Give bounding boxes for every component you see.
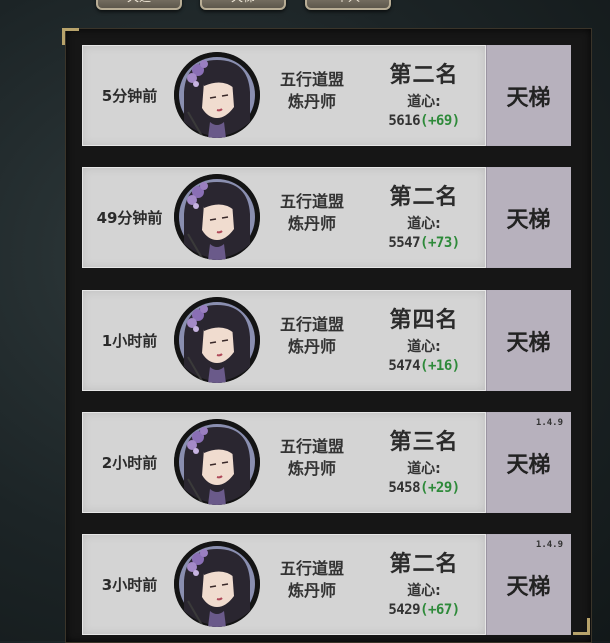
dao-heart-label: 道心: [407, 94, 441, 110]
avatar[interactable] [174, 174, 260, 260]
player-sect: 五行道盟 [279, 559, 344, 578]
dao-heart-label: 道心: [407, 583, 441, 599]
dao-heart-score: 5547(+73) [379, 235, 469, 251]
player-sect: 五行道盟 [279, 315, 344, 334]
match-record[interactable]: 1小时前 五行道盟炼丹师 第四名 道心: 5474(+16) 天梯 [82, 290, 571, 391]
match-record[interactable]: 5分钟前 五行道盟炼丹师 第二名 道心: 5616(+69) 天梯 [82, 45, 571, 146]
record-info[interactable]: 5分钟前 五行道盟炼丹师 第二名 道心: 5616(+69) [82, 45, 486, 146]
record-time: 5分钟前 [101, 87, 158, 105]
record-info[interactable]: 2小时前 五行道盟炼丹师 第三名 道心: 5458(+29) [82, 412, 486, 513]
score-value: 5458 [388, 480, 421, 496]
tab-top-3[interactable]: 个人 [305, 0, 391, 10]
score-value: 5547 [388, 235, 421, 251]
player-class: 炼丹师 [287, 581, 336, 600]
score-value: 5474 [388, 358, 421, 374]
mode-badge: 天梯 [486, 290, 571, 391]
mode-badge: 1.4.9 天梯 [486, 412, 571, 513]
portrait-icon [174, 419, 260, 505]
mode-label: 天梯 [506, 85, 551, 111]
portrait-icon [174, 174, 260, 260]
player-sect: 五行道盟 [279, 192, 344, 211]
match-record[interactable]: 2小时前 五行道盟炼丹师 第三名 道心: 5458(+29) 1.4.9 天梯 [82, 412, 571, 513]
tab-top-3-label: 个人 [336, 0, 360, 4]
portrait-icon [174, 52, 260, 138]
record-time: 3小时前 [101, 576, 158, 594]
portrait-icon [174, 541, 260, 627]
dao-heart-score: 5474(+16) [379, 358, 469, 374]
score-delta: (+29) [420, 480, 460, 496]
mode-badge: 1.4.9 天梯 [486, 534, 571, 635]
tab-top-1[interactable]: 天选 [96, 0, 182, 10]
mode-badge: 天梯 [486, 167, 571, 268]
record-info[interactable]: 3小时前 五行道盟炼丹师 第二名 道心: 5429(+67) [82, 534, 486, 635]
dao-heart-score: 5429(+67) [379, 602, 469, 618]
dao-heart-score: 5616(+69) [379, 113, 469, 129]
match-record[interactable]: 49分钟前 五行道盟炼丹师 第二名 道心: 5547(+73) 天梯 [82, 167, 571, 268]
score-delta: (+69) [420, 113, 460, 129]
score-value: 5616 [388, 113, 421, 129]
player-class: 炼丹师 [287, 337, 336, 356]
score-delta: (+73) [420, 235, 460, 251]
match-record[interactable]: 3小时前 五行道盟炼丹师 第二名 道心: 5429(+67) 1.4.9 天梯 [82, 534, 571, 635]
player-class: 炼丹师 [287, 459, 336, 478]
record-info[interactable]: 49分钟前 五行道盟炼丹师 第二名 道心: 5547(+73) [82, 167, 486, 268]
placement: 第二名 [389, 63, 459, 88]
placement: 第二名 [389, 185, 459, 210]
player-name: 五行道盟 炼丹师 [272, 191, 352, 235]
record-info[interactable]: 1小时前 五行道盟炼丹师 第四名 道心: 5474(+16) [82, 290, 486, 391]
record-time: 49分钟前 [96, 209, 163, 227]
mode-label: 天梯 [506, 207, 551, 233]
panel-corner-ornament [62, 28, 79, 45]
player-name: 五行道盟 炼丹师 [272, 436, 352, 480]
placement: 第四名 [389, 308, 459, 333]
avatar[interactable] [174, 297, 260, 383]
dao-heart-label: 道心: [407, 339, 441, 355]
record-time: 1小时前 [101, 332, 158, 350]
score-delta: (+67) [420, 602, 460, 618]
player-name: 五行道盟 炼丹师 [272, 69, 352, 113]
placement: 第三名 [389, 430, 459, 455]
mode-label: 天梯 [506, 452, 551, 478]
player-name: 五行道盟 炼丹师 [272, 558, 352, 602]
player-class: 炼丹师 [287, 214, 336, 233]
mode-label: 天梯 [506, 330, 551, 356]
avatar[interactable] [174, 541, 260, 627]
player-sect: 五行道盟 [279, 437, 344, 456]
mode-badge: 天梯 [486, 45, 571, 146]
player-sect: 五行道盟 [279, 70, 344, 89]
record-time: 2小时前 [101, 454, 158, 472]
placement: 第二名 [389, 552, 459, 577]
avatar[interactable] [174, 419, 260, 505]
tab-top-2[interactable]: 天梯 [200, 0, 286, 10]
avatar[interactable] [174, 52, 260, 138]
tab-top-2-label: 天梯 [231, 0, 255, 4]
score-delta: (+16) [420, 358, 460, 374]
player-class: 炼丹师 [287, 92, 336, 111]
dao-heart-label: 道心: [407, 461, 441, 477]
portrait-icon [174, 297, 260, 383]
dao-heart-label: 道心: [407, 216, 441, 232]
tab-top-1-label: 天选 [127, 0, 151, 4]
mode-label: 天梯 [506, 574, 551, 600]
dao-heart-score: 5458(+29) [379, 480, 469, 496]
score-value: 5429 [388, 602, 421, 618]
player-name: 五行道盟 炼丹师 [272, 314, 352, 358]
panel-corner-ornament [573, 618, 590, 635]
